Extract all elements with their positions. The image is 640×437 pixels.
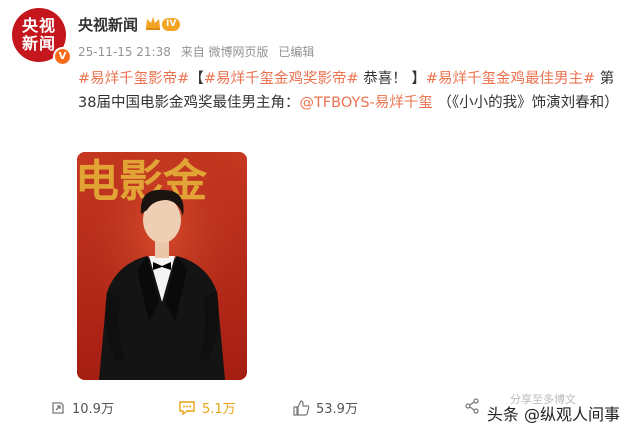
like-button[interactable]: 53.9万 xyxy=(293,398,358,417)
post-time[interactable]: 25-11-15 21:38 xyxy=(78,45,171,59)
congrats-text: 恭喜！ 】 xyxy=(358,71,426,87)
watermark-small: 分享至多博文 xyxy=(510,393,576,406)
mention-link[interactable]: @TFBOYS-易烊千玺 xyxy=(299,95,432,111)
account-name[interactable]: 央视新闻 xyxy=(78,14,138,35)
repost-count: 10.9万 xyxy=(72,402,114,417)
crown-icon xyxy=(146,17,160,30)
share-icon xyxy=(465,398,479,414)
hashtag-link[interactable]: #易烊千玺金鸡奖影帝# xyxy=(204,71,359,87)
like-icon xyxy=(293,399,310,416)
photo-illustration: 电影金 xyxy=(77,152,247,380)
verified-badge: V xyxy=(53,47,72,66)
like-count: 53.9万 xyxy=(316,402,358,417)
post-photo[interactable]: 电影金 xyxy=(77,152,247,380)
hashtag-link[interactable]: #易烊千玺影帝# xyxy=(78,71,189,87)
repost-button[interactable]: 10.9万 xyxy=(50,398,114,417)
post-source: 来自 微博网页版 xyxy=(180,45,269,59)
share-button[interactable] xyxy=(464,398,480,414)
level-badge: IV xyxy=(162,18,181,31)
comment-button[interactable]: 5.1万 xyxy=(178,398,236,417)
photo-background-text: 电影金 xyxy=(77,156,208,207)
hashtag-link[interactable]: #易烊千玺金鸡最佳男主# xyxy=(426,71,595,87)
avatar-text-line1: 央视 xyxy=(21,16,56,35)
repost-icon xyxy=(52,401,64,414)
comment-icon xyxy=(179,400,195,415)
post-text: #易烊千玺影帝#【#易烊千玺金鸡奖影帝# 恭喜！ 】#易烊千玺金鸡最佳男主# 第… xyxy=(78,67,630,115)
role-text: （《小小的我》饰演刘春和） xyxy=(432,95,619,111)
watermark-text: 头条 @纵观人间事 xyxy=(486,405,620,424)
comment-count: 5.1万 xyxy=(202,402,236,417)
post-meta: 25-11-15 21:38 来自 微博网页版 已编辑 xyxy=(78,43,320,60)
bracket-open: 【 xyxy=(189,71,204,87)
edited-label[interactable]: 已编辑 xyxy=(278,45,314,59)
